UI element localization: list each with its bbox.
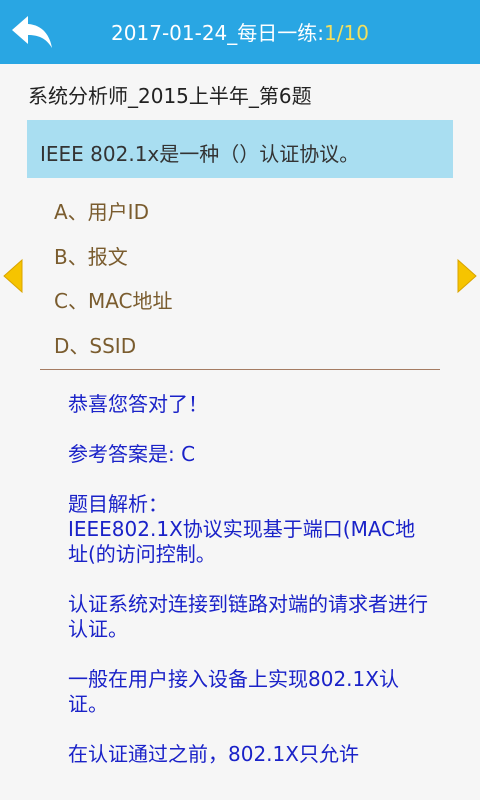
header-title-date: 2017-01-24_每日一练: xyxy=(111,21,325,45)
question-text: IEEE 802.1x是一种（）认证协议。 xyxy=(40,142,360,166)
header-title: 2017-01-24_每日一练:1/10 xyxy=(0,17,480,46)
next-question-button[interactable] xyxy=(454,258,480,294)
option-a[interactable]: A、用户ID xyxy=(54,196,149,225)
prev-question-button[interactable] xyxy=(0,258,26,294)
option-d[interactable]: D、SSID xyxy=(54,330,136,359)
analysis-title: 题目解析： xyxy=(68,492,168,516)
answer-panel: 恭喜您答对了！ 参考答案是: C 题目解析： IEEE802.1X协议实现基于端… xyxy=(68,392,428,792)
analysis-paragraph: 一般在用户接入设备上实现802.1X认证。 xyxy=(68,667,399,716)
question-box: IEEE 802.1x是一种（）认证协议。 xyxy=(27,120,453,178)
option-c[interactable]: C、MAC地址 xyxy=(54,285,173,314)
next-arrow-icon xyxy=(457,258,477,294)
page-indicator: 1/10 xyxy=(324,21,369,45)
prev-arrow-icon xyxy=(3,258,23,294)
analysis-paragraph: 认证系统对连接到链路对端的请求者进行认证。 xyxy=(68,592,428,641)
answer-result: 恭喜您答对了！ xyxy=(68,392,208,416)
app-header: 2017-01-24_每日一练:1/10 xyxy=(0,0,480,64)
question-subject: 系统分析师_2015上半年_第6题 xyxy=(28,84,312,108)
analysis-paragraph: 在认证通过之前，802.1X只允许 xyxy=(68,742,359,766)
divider xyxy=(40,369,440,370)
analysis-paragraph: IEEE802.1X协议实现基于端口(MAC地址(的访问控制。 xyxy=(68,517,416,566)
option-b[interactable]: B、报文 xyxy=(54,241,128,270)
correct-answer: 参考答案是: C xyxy=(68,442,196,466)
